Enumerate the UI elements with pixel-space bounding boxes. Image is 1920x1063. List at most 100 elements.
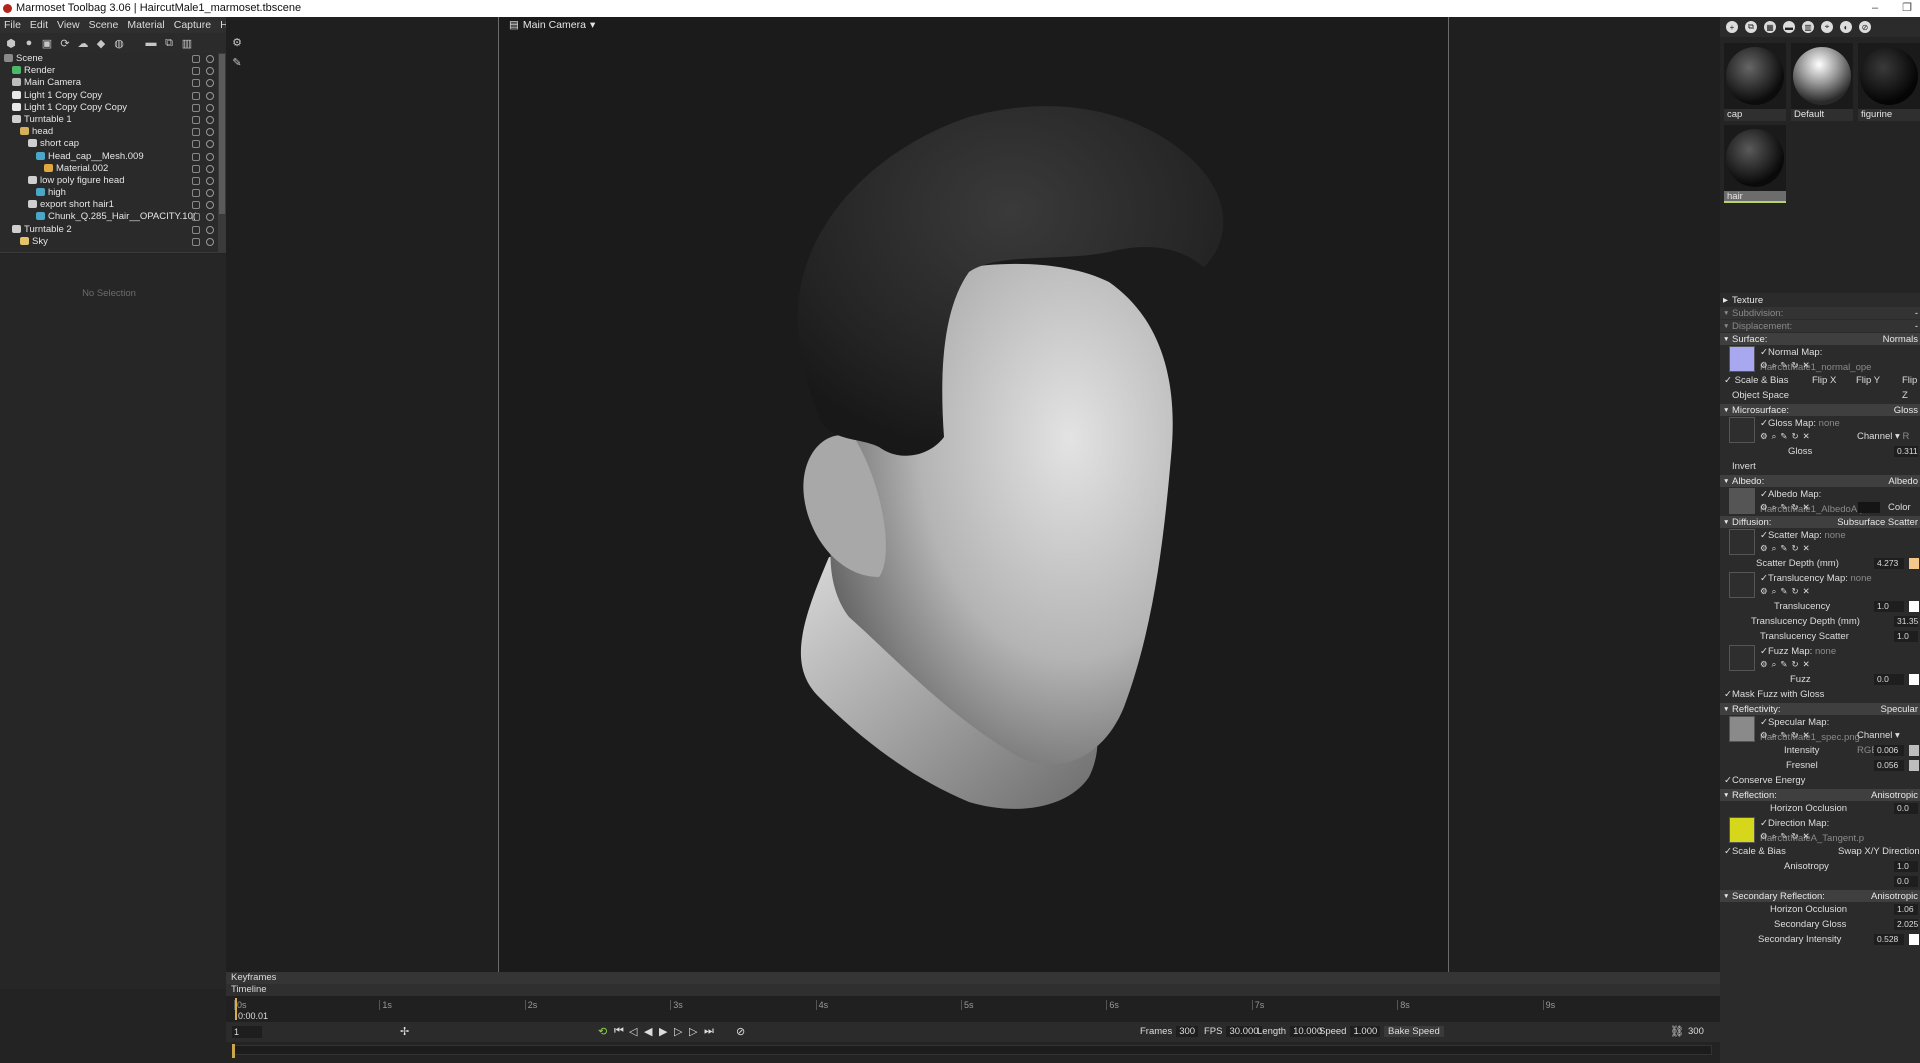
eye-icon[interactable]	[206, 237, 214, 246]
eye-icon[interactable]	[206, 225, 214, 234]
scale-bias-2-checkbox[interactable]: ✓Scale & Bias	[1724, 844, 1786, 859]
material-cap[interactable]: cap	[1724, 43, 1786, 121]
flip-x-checkbox[interactable]: Flip X	[1812, 373, 1836, 388]
section-texture[interactable]: Texture	[1720, 293, 1920, 307]
lock-icon[interactable]	[192, 213, 200, 222]
tree-item[interactable]: Render	[0, 65, 218, 77]
add-light-icon[interactable]: ●	[22, 36, 36, 50]
lock-icon[interactable]	[192, 91, 200, 100]
gloss-value[interactable]: 0.311	[1894, 446, 1918, 457]
keyframes-header[interactable]: Keyframes	[226, 972, 1720, 984]
skip-end-icon[interactable]: ⏭	[704, 1025, 714, 1038]
scene-tree-scrollbar[interactable]	[218, 53, 226, 253]
menu-scene[interactable]: Scene	[89, 19, 119, 31]
scale-bias-checkbox[interactable]: ✓ Scale & Bias	[1724, 373, 1788, 388]
tree-item[interactable]: Light 1 Copy Copy Copy	[0, 102, 218, 114]
tree-item[interactable]: Head_cap__Mesh.009	[0, 151, 218, 163]
lock-icon[interactable]	[192, 79, 200, 88]
lock-icon[interactable]	[192, 115, 200, 124]
scrollbar-thumb[interactable]	[219, 54, 225, 214]
paint-brush-icon[interactable]: ✎	[230, 55, 244, 69]
fuzz-color-swatch[interactable]	[1909, 674, 1919, 685]
minimize-button[interactable]: –	[1872, 0, 1878, 17]
link-icon[interactable]: ⛓	[1670, 1025, 1684, 1038]
eye-icon[interactable]	[206, 67, 214, 76]
section-reflection[interactable]: Reflection:Anisotropic	[1720, 788, 1920, 802]
secondary-color-swatch[interactable]	[1909, 934, 1919, 945]
scatter-color-swatch[interactable]	[1909, 558, 1919, 569]
play-icon[interactable]: ▶	[659, 1025, 667, 1038]
invert-checkbox[interactable]: Invert	[1732, 459, 1756, 474]
lock-icon[interactable]	[192, 201, 200, 210]
map-tools[interactable]: ⚙ ⌕ ✎ ↻ ✕	[1760, 657, 1810, 672]
tree-item[interactable]: export short hair1	[0, 199, 218, 211]
channel-selector[interactable]: Channel ▾ R	[1857, 429, 1909, 444]
eye-icon[interactable]	[206, 152, 214, 161]
length-field[interactable]: Length 10.000	[1257, 1026, 1326, 1037]
intensity-color-swatch[interactable]	[1909, 745, 1919, 756]
pick-material-icon[interactable]: ⌖	[1821, 21, 1833, 33]
menu-view[interactable]: View	[57, 19, 80, 31]
fuzz-value[interactable]: 0.0	[1874, 674, 1904, 685]
flip-y-checkbox[interactable]: Flip Y	[1856, 373, 1880, 388]
albedo-color-swatch[interactable]	[1858, 502, 1880, 513]
lock-icon[interactable]	[192, 164, 200, 173]
fresnel-color-swatch[interactable]	[1909, 760, 1919, 771]
add-shadow-catcher-icon[interactable]: ☁	[76, 36, 90, 50]
camera-selector[interactable]: ▤ Main Camera ▾	[509, 19, 595, 31]
translucency-scatter-value[interactable]: 1.0	[1894, 631, 1918, 642]
eye-icon[interactable]	[206, 213, 214, 222]
lock-icon[interactable]	[192, 55, 200, 63]
hidden-param-value[interactable]: 0.0	[1894, 876, 1918, 887]
albedo-map-thumbnail[interactable]	[1729, 488, 1755, 514]
eye-icon[interactable]	[206, 176, 214, 185]
add-sky-icon[interactable]: ◍	[112, 36, 126, 50]
menu-file[interactable]: File	[4, 19, 21, 31]
translucency-value[interactable]: 1.0	[1874, 601, 1904, 612]
add-turntable-icon[interactable]: ⟳	[58, 36, 72, 50]
translucency-color-swatch[interactable]	[1909, 601, 1919, 612]
prev-key-icon[interactable]: ◁	[629, 1025, 637, 1038]
section-surface[interactable]: Surface:Normals	[1720, 332, 1920, 346]
section-diffusion[interactable]: Diffusion:Subsurface Scatter	[1720, 515, 1920, 529]
tree-item[interactable]: Turntable 2	[0, 224, 218, 236]
speed-field[interactable]: Speed 1.000	[1319, 1026, 1381, 1037]
maximize-button[interactable]: ❐	[1902, 0, 1912, 17]
playhead[interactable]	[235, 998, 237, 1020]
object-space-checkbox[interactable]: Object Space	[1732, 388, 1789, 403]
tree-item[interactable]: Light 1 Copy Copy	[0, 90, 218, 102]
lock-icon[interactable]	[192, 67, 200, 76]
duplicate-material-icon[interactable]: ⧉	[1745, 21, 1757, 33]
tree-item[interactable]: high	[0, 187, 218, 199]
tree-item[interactable]: low poly figure head	[0, 175, 218, 187]
eye-icon[interactable]	[206, 140, 214, 149]
current-frame-input[interactable]: 1	[232, 1026, 262, 1038]
folder-icon[interactable]: ▬	[144, 36, 158, 50]
scatter-map-thumbnail[interactable]	[1729, 529, 1755, 555]
eye-icon[interactable]	[206, 79, 214, 88]
add-object-icon[interactable]: ⬢	[4, 36, 18, 50]
mask-fuzz-checkbox[interactable]: ✓Mask Fuzz with Gloss	[1724, 687, 1824, 702]
end-frame-value[interactable]: 300	[1688, 1026, 1704, 1037]
section-displacement[interactable]: Displacement:-	[1720, 319, 1920, 333]
step-back-icon[interactable]: ◀	[644, 1025, 652, 1038]
skip-start-icon[interactable]: ⏮	[614, 1025, 624, 1038]
eye-icon[interactable]	[206, 115, 214, 124]
direction-map-thumbnail[interactable]	[1729, 817, 1755, 843]
lock-icon[interactable]	[192, 140, 200, 149]
assign-material-icon[interactable]: ◐	[1840, 21, 1852, 33]
bake-speed-button[interactable]: Bake Speed	[1384, 1026, 1444, 1037]
map-tools[interactable]: ⚙ ⌕ ✎ ↻ ✕	[1760, 829, 1810, 844]
step-forward-icon[interactable]: ▷	[674, 1025, 682, 1038]
conserve-energy-checkbox[interactable]: ✓Conserve Energy	[1724, 773, 1805, 788]
tree-item[interactable]: Chunk_Q.285_Hair__OPACITY.10(	[0, 211, 218, 223]
anisotropy-value[interactable]: 1.0	[1894, 861, 1918, 872]
folder-icon[interactable]: ▬	[1783, 21, 1795, 33]
map-tools[interactable]: ⚙ ⌕ ✎ ↻ ✕	[1760, 584, 1810, 599]
duplicate-icon[interactable]: ⧉	[162, 36, 176, 50]
map-tools[interactable]: ⚙ ⌕ ✎ ↻ ✕	[1760, 500, 1810, 515]
fuzz-map-thumbnail[interactable]	[1729, 645, 1755, 671]
swap-xy-checkbox[interactable]: Swap X/Y Direction	[1838, 844, 1920, 859]
lock-icon[interactable]	[192, 103, 200, 112]
loop-icon[interactable]: ⟲	[598, 1025, 607, 1038]
